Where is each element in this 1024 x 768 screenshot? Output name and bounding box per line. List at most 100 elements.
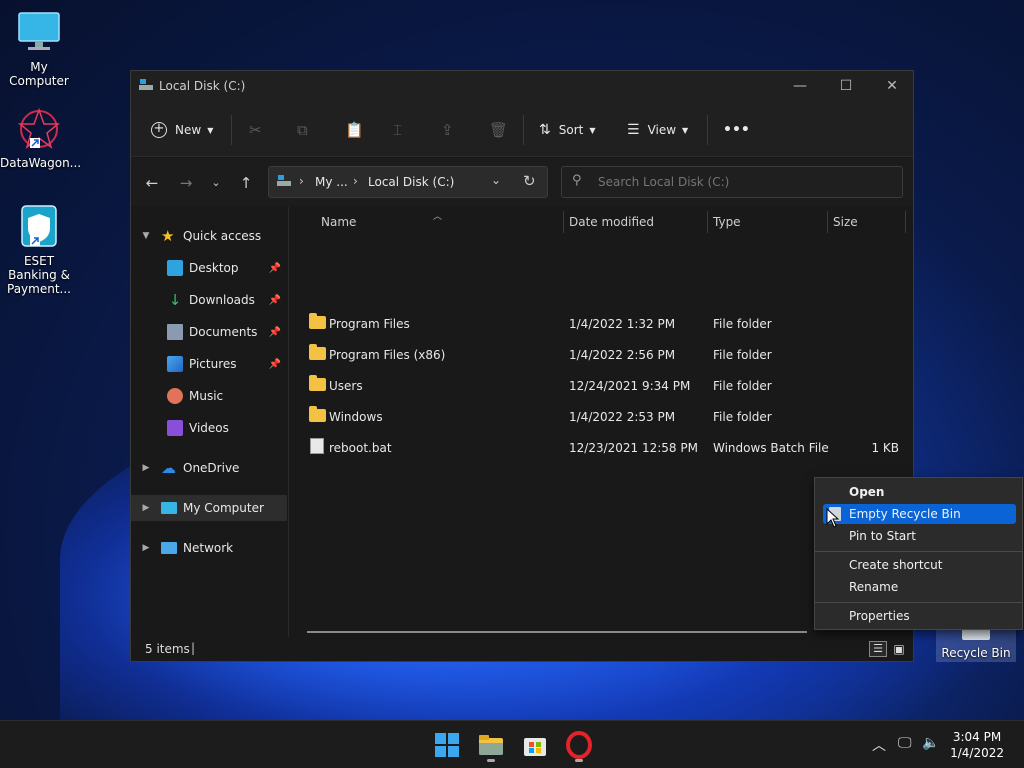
sidebar-item-pictures[interactable]: Pictures 📌: [131, 351, 287, 377]
more-options-button[interactable]: •••: [723, 119, 750, 141]
column-header-type[interactable]: Type: [713, 215, 741, 229]
paste-icon[interactable]: 📋: [345, 119, 364, 141]
address-bar[interactable]: › My ... › Local Disk (C:) ⌄ ↻: [268, 166, 548, 198]
eset-shield-icon: [16, 204, 62, 250]
toolbar-separator: [231, 115, 232, 145]
pictures-icon: [167, 356, 183, 372]
view-button[interactable]: ☰ View ▼: [627, 119, 688, 141]
sidebar-label: Downloads: [189, 293, 255, 307]
sidebar-item-quick-access[interactable]: ▼ ★ Quick access: [131, 223, 287, 249]
recent-locations-chevron-icon[interactable]: ⌄: [205, 172, 227, 194]
drive-icon: [139, 79, 153, 91]
title-bar[interactable]: Local Disk (C:) — ☐ ✕: [131, 71, 913, 101]
desktop-icon-datawagon[interactable]: DataWagon...: [0, 106, 81, 170]
desktop-icon-my-computer[interactable]: My Computer: [0, 10, 78, 88]
expand-chevron-icon[interactable]: ▶: [139, 503, 153, 513]
table-row[interactable]: Program Files (x86) 1/4/2022 2:56 PM Fil…: [291, 340, 913, 371]
desktop-icon-eset-banking[interactable]: ESET Banking & Payment...: [0, 204, 78, 296]
sidebar-label: Documents: [189, 325, 258, 339]
expand-chevron-icon[interactable]: ▶: [139, 543, 153, 553]
column-separator[interactable]: [827, 211, 828, 233]
up-arrow-icon[interactable]: ↑: [235, 172, 257, 194]
breadcrumb-local-disk[interactable]: Local Disk (C:): [368, 175, 454, 189]
pin-icon: 📌: [268, 358, 281, 370]
sidebar-item-my-computer[interactable]: ▶ My Computer: [131, 495, 287, 521]
expand-chevron-icon[interactable]: ▶: [139, 463, 153, 473]
star-icon: ★: [161, 227, 175, 245]
search-box[interactable]: ⚲: [561, 166, 903, 198]
toolbar-separator: [707, 115, 708, 145]
start-windows-icon[interactable]: [433, 731, 461, 759]
horizontal-scrollbar[interactable]: [307, 631, 807, 633]
monitor-icon: [161, 502, 177, 514]
details-view-icon[interactable]: ☰: [869, 641, 887, 657]
file-explorer-taskbar-icon[interactable]: [477, 731, 505, 762]
copy-icon[interactable]: ⧉: [297, 119, 308, 141]
sort-ascending-icon: ︿: [433, 212, 443, 222]
drive-icon: [277, 175, 291, 187]
desktop-icon-label: Recycle Bin: [941, 646, 1011, 660]
back-arrow-icon[interactable]: ←: [141, 172, 163, 194]
column-separator[interactable]: [707, 211, 708, 233]
table-row[interactable]: Program Files 1/4/2022 1:32 PM File fold…: [291, 309, 913, 340]
close-button[interactable]: ✕: [869, 71, 915, 101]
expand-chevron-icon[interactable]: ▼: [139, 231, 153, 241]
menu-item-pin-to-start[interactable]: Pin to Start: [823, 526, 1016, 546]
table-row[interactable]: Users 12/24/2021 9:34 PM File folder: [291, 371, 913, 402]
folder-icon: [309, 406, 326, 422]
maximize-button[interactable]: ☐: [823, 71, 869, 101]
column-separator[interactable]: [905, 211, 906, 233]
opera-browser-icon[interactable]: [565, 731, 593, 762]
column-separator[interactable]: [563, 211, 564, 233]
search-input[interactable]: [598, 173, 888, 191]
menu-item-open[interactable]: Open: [823, 482, 1016, 502]
taskbar: ︿ 🖵 🔈 3:04 PM 1/4/2022: [0, 720, 1024, 768]
sidebar-item-desktop[interactable]: Desktop 📌: [131, 255, 287, 281]
menu-item-empty-recycle-bin[interactable]: Empty Recycle Bin: [823, 504, 1016, 524]
refresh-icon[interactable]: ↻: [523, 172, 536, 190]
file-type: File folder: [713, 410, 772, 424]
sidebar-item-downloads[interactable]: ↓ Downloads 📌: [131, 287, 287, 313]
clock[interactable]: 3:04 PM 1/4/2022: [950, 729, 1004, 761]
sidebar-item-music[interactable]: Music: [131, 383, 287, 409]
sort-button[interactable]: ⇅ Sort ▼: [539, 119, 596, 141]
sidebar-item-videos[interactable]: Videos: [131, 415, 287, 441]
chevron-down-icon: ▼: [682, 125, 689, 135]
volume-icon[interactable]: 🔈: [922, 735, 939, 751]
new-button[interactable]: + New ▼: [151, 119, 213, 141]
network-status-icon[interactable]: 🖵: [898, 735, 912, 751]
pin-icon: 📌: [268, 326, 281, 338]
microsoft-store-icon[interactable]: [521, 731, 549, 759]
sort-label: Sort: [558, 123, 584, 137]
file-date: 12/23/2021 12:58 PM: [569, 441, 698, 455]
monitor-icon: [16, 10, 62, 56]
column-header-date[interactable]: Date modified: [569, 215, 654, 229]
menu-item-rename[interactable]: Rename: [823, 577, 1016, 597]
column-header-size[interactable]: Size: [833, 215, 858, 229]
show-hidden-icons-chevron-icon[interactable]: ︿: [872, 735, 886, 755]
table-row[interactable]: Windows 1/4/2022 2:53 PM File folder: [291, 402, 913, 433]
column-header-name[interactable]: Name: [321, 215, 356, 229]
menu-item-properties[interactable]: Properties: [823, 606, 1016, 626]
breadcrumb-my-computer[interactable]: My ...: [315, 175, 348, 189]
new-label: New: [175, 123, 202, 137]
sidebar-item-documents[interactable]: Documents 📌: [131, 319, 287, 345]
file-type: Windows Batch File: [713, 441, 829, 455]
rename-icon[interactable]: ⌶: [393, 119, 402, 141]
file-size: 1 KB: [871, 441, 899, 455]
sidebar-item-network[interactable]: ▶ Network: [131, 535, 287, 561]
menu-item-create-shortcut[interactable]: Create shortcut: [823, 555, 1016, 575]
sidebar-item-onedrive[interactable]: ▶ ☁ OneDrive: [131, 455, 287, 481]
view-lines-icon: ☰: [627, 122, 640, 138]
view-label: View: [647, 123, 677, 137]
delete-icon[interactable]: 🗑: [489, 119, 508, 141]
pin-icon: 📌: [268, 262, 281, 274]
share-icon[interactable]: ⇪: [441, 119, 454, 141]
file-name: Program Files (x86): [329, 348, 446, 362]
minimize-button[interactable]: —: [777, 71, 823, 101]
tiles-view-icon[interactable]: ▣: [891, 641, 907, 657]
address-dropdown-icon[interactable]: ⌄: [491, 173, 501, 187]
cut-icon[interactable]: ✂: [249, 119, 262, 141]
forward-arrow-icon[interactable]: →: [175, 172, 197, 194]
table-row[interactable]: reboot.bat 12/23/2021 12:58 PM Windows B…: [291, 433, 913, 464]
